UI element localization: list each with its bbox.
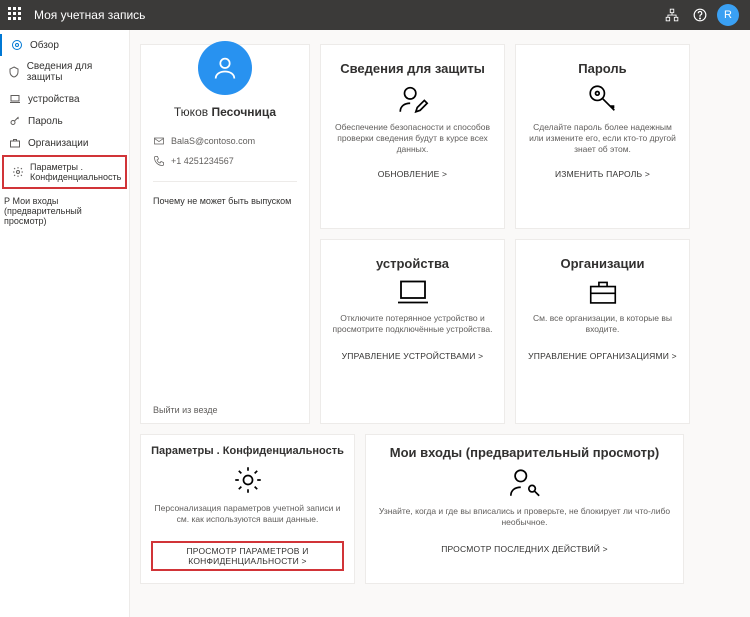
sidebar-highlight-box: Параметры . Конфиденциальность xyxy=(2,155,127,189)
shield-icon xyxy=(8,66,21,78)
profile-card: Тюков Песочница BalaS@contoso.com +1 425… xyxy=(140,44,310,424)
card-desc: Сделайте пароль более надежным или измен… xyxy=(526,122,679,155)
signins-card: Мои входы (предварительный просмотр) Узн… xyxy=(365,434,684,584)
card-title: Параметры . Конфиденциальность xyxy=(151,445,344,457)
profile-phone: +1 4251234567 xyxy=(171,156,234,166)
sidebar-item-label: Пароль xyxy=(28,116,63,127)
sidebar-item-privacy[interactable]: Параметры . Конфиденциальность xyxy=(4,157,125,187)
sidebar-item-security[interactable]: Сведения для защиты xyxy=(0,56,129,88)
privacy-action[interactable]: ПРОСМОТР ПАРАМЕТРОВ И КОНФИДЕНЦИАЛЬНОСТИ… xyxy=(151,541,344,571)
profile-phone-row: +1 4251234567 xyxy=(153,151,297,171)
sidebar-item-label: Организации xyxy=(28,138,88,149)
sidebar-item-overview[interactable]: Обзор xyxy=(0,34,129,56)
devices-card: устройства Отключите потерянное устройст… xyxy=(320,239,505,424)
security-card: Сведения для защиты Обеспечение безопасн… xyxy=(320,44,505,229)
profile-avatar xyxy=(198,41,252,95)
password-card: Пароль Сделайте пароль более надежным ил… xyxy=(515,44,690,229)
key-icon xyxy=(8,115,22,127)
org-icon[interactable] xyxy=(658,1,686,29)
sidebar-item-label: Обзор xyxy=(30,40,59,51)
privacy-card: Параметры . Конфиденциальность Персонали… xyxy=(140,434,355,584)
security-action[interactable]: ОБНОВЛЕНИЕ > xyxy=(378,169,447,179)
sign-out-everywhere[interactable]: Выйти из везде xyxy=(153,395,217,415)
avatar-initial: R xyxy=(717,4,739,26)
page-title: Моя учетная запись xyxy=(34,8,658,22)
help-icon[interactable] xyxy=(686,1,714,29)
divider xyxy=(153,181,297,182)
orgs-card: Организации См. все организации, в котор… xyxy=(515,239,690,424)
profile-email: BalaS@contoso.com xyxy=(171,136,255,146)
devices-action[interactable]: УПРАВЛЕНИЕ УСТРОЙСТВАМИ > xyxy=(342,351,484,361)
sidebar-item-orgs[interactable]: Организации xyxy=(0,132,129,154)
card-title: Пароль xyxy=(578,61,626,76)
gear-large-icon xyxy=(231,463,265,497)
profile-why[interactable]: Почему не может быть выпуском xyxy=(153,192,297,206)
orgs-action[interactable]: УПРАВЛЕНИЕ ОРГАНИЗАЦИЯМИ > xyxy=(528,351,677,361)
briefcase-large-icon xyxy=(586,277,620,307)
overview-icon xyxy=(10,39,24,51)
card-title: Сведения для защиты xyxy=(340,61,485,76)
phone-icon xyxy=(153,155,165,167)
mail-icon xyxy=(153,135,165,147)
laptop-large-icon xyxy=(395,277,431,307)
card-title: устройства xyxy=(376,256,449,271)
profile-name: Тюков Песочница xyxy=(153,105,297,119)
card-desc: См. все организации, в которые вы входит… xyxy=(526,313,679,337)
laptop-icon xyxy=(8,93,22,105)
sidebar-item-label: Сведения для защиты xyxy=(27,61,121,83)
main-content: Тюков Песочница BalaS@contoso.com +1 425… xyxy=(130,30,750,617)
password-action[interactable]: ИЗМЕНИТЬ ПАРОЛЬ > xyxy=(555,169,650,179)
topbar: Моя учетная запись R xyxy=(0,0,750,30)
app-launcher-icon[interactable] xyxy=(8,7,24,23)
sidebar-item-label: Параметры . Конфиденциальность xyxy=(30,162,121,182)
person-edit-icon xyxy=(396,82,430,116)
person-key-icon xyxy=(508,466,542,500)
card-desc: Узнайте, когда и где вы вписались и пров… xyxy=(376,506,673,530)
sidebar-item-password[interactable]: Пароль xyxy=(0,110,129,132)
sidebar-footnote: Р Мои входы (предварительный просмотр) xyxy=(0,190,129,226)
card-title: Организации xyxy=(560,256,644,271)
card-desc: Отключите потерянное устройство и просмо… xyxy=(331,313,494,337)
briefcase-icon xyxy=(8,137,22,149)
sidebar-item-label: устройства xyxy=(28,94,80,105)
user-avatar[interactable]: R xyxy=(714,1,742,29)
card-title: Мои входы (предварительный просмотр) xyxy=(390,445,660,460)
card-desc: Персонализация параметров учетной записи… xyxy=(151,503,344,527)
key-large-icon xyxy=(586,82,620,116)
card-desc: Обеспечение безопасности и способов пров… xyxy=(331,122,494,155)
profile-email-row: BalaS@contoso.com xyxy=(153,131,297,151)
sidebar: Обзор Сведения для защиты устройства Пар… xyxy=(0,30,130,617)
gear-icon xyxy=(12,166,24,178)
sidebar-item-devices[interactable]: устройства xyxy=(0,88,129,110)
signins-action[interactable]: ПРОСМОТР ПОСЛЕДНИХ ДЕЙСТВИЙ > xyxy=(441,544,608,554)
